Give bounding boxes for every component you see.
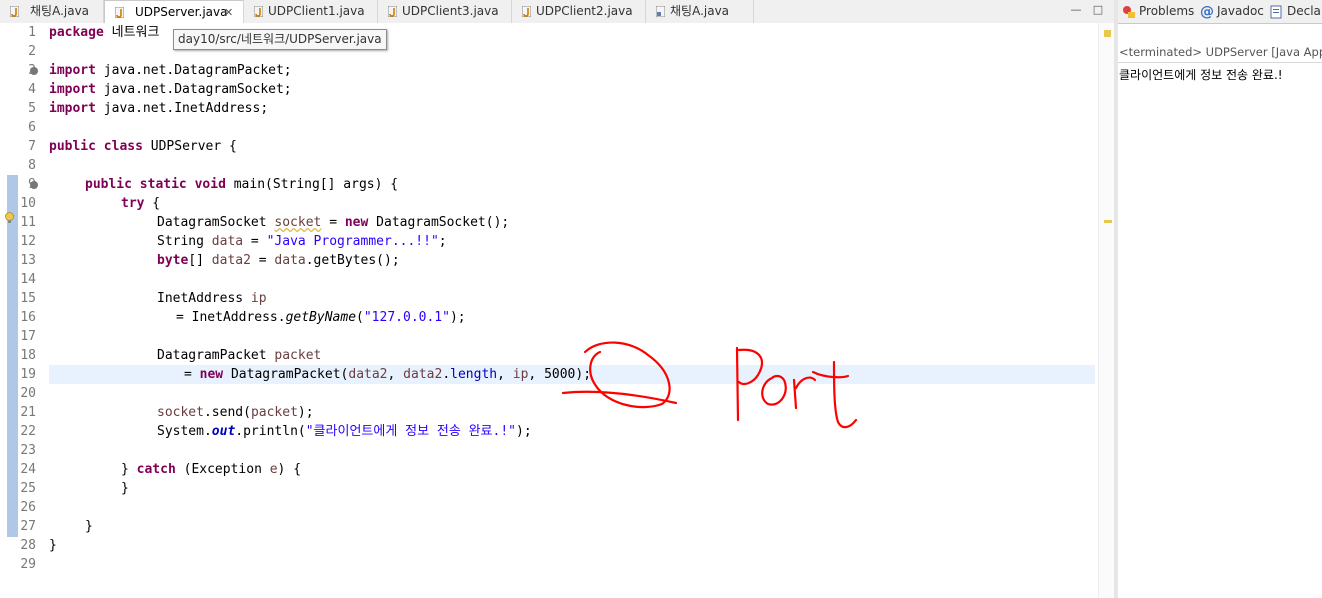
warning-marker[interactable] — [1104, 220, 1112, 223]
declaration-icon — [1270, 5, 1282, 18]
code-line-16: = InetAddress.getByName("127.0.0.1"); — [176, 310, 466, 325]
console-output: 클라이언트에게 정보 전송 완료.! — [1119, 68, 1283, 82]
java-file-icon — [254, 6, 263, 17]
code-line-3: import java.net.DatagramPacket; — [49, 63, 292, 78]
line-number: 20 — [20, 386, 36, 401]
line-number: 29 — [20, 557, 36, 572]
tab-problems[interactable]: Problems — [1122, 0, 1194, 23]
code-line-21: socket.send(packet); — [157, 405, 314, 420]
line-number: 26 — [20, 500, 36, 515]
tab-label: 채팅A.java — [670, 4, 730, 18]
code-line-12: String data = "Java Programmer...!!"; — [157, 234, 447, 249]
tab-label: UDPClient3.java — [402, 4, 499, 18]
java-file-icon — [10, 6, 19, 17]
overview-ruler[interactable] — [1098, 23, 1115, 598]
tab-label: UDPClient1.java — [268, 4, 365, 18]
line-number: 9 — [28, 177, 36, 192]
java-class-file-icon — [656, 6, 665, 17]
view-tab-bar: Problems @ Javadoc Decla — [1118, 0, 1322, 24]
quick-diff-bar — [7, 175, 18, 537]
tab-udpclient3-java[interactable]: UDPClient3.java — [378, 0, 512, 23]
tab-udpserver-java[interactable]: UDPServer.java ✕ — [104, 0, 244, 24]
close-icon[interactable]: ✕ — [224, 1, 233, 24]
code-line-18: DatagramPacket packet — [157, 348, 322, 363]
line-number: 1 — [28, 25, 36, 40]
line-number: 19 — [20, 367, 36, 382]
tab-label: UDPClient2.java — [536, 4, 633, 18]
java-file-icon — [388, 6, 397, 17]
warning-summary-marker[interactable] — [1104, 30, 1111, 37]
line-number: 12 — [20, 234, 36, 249]
line-number: 28 — [20, 538, 36, 553]
java-file-icon — [522, 6, 531, 17]
line-number: 22 — [20, 424, 36, 439]
console-panel: Problems @ Javadoc Decla <terminated> UDP… — [1118, 0, 1322, 598]
line-number: 18 — [20, 348, 36, 363]
code-editor[interactable]: 1 2 3 4 5 6 7 8 9 10 11 12 13 14 15 16 17 18 19 20 21 22 23 24 2… — [0, 23, 1114, 598]
line-number: 11 — [20, 215, 36, 230]
java-file-icon — [115, 7, 124, 18]
tab-javadoc[interactable]: @ Javadoc — [1200, 0, 1264, 23]
tab-declaration[interactable]: Decla — [1270, 0, 1321, 23]
code-line-28: } — [49, 538, 57, 553]
line-number: 24 — [20, 462, 36, 477]
code-line-9: public static void main(String[] args) { — [85, 177, 399, 192]
line-number: 10 — [20, 196, 36, 211]
code-line-11: DatagramSocket socket = new DatagramSock… — [157, 215, 510, 230]
line-number: 14 — [20, 272, 36, 287]
code-line-5: import java.net.InetAddress; — [49, 101, 269, 116]
line-number: 15 — [20, 291, 36, 306]
code-line-27: } — [85, 519, 93, 534]
tab-chatting-a-java[interactable]: 채팅A.java — [0, 0, 104, 23]
problems-icon — [1123, 5, 1135, 18]
line-number: 17 — [20, 329, 36, 344]
code-line-22: System.out.println("클라이언트에게 정보 전송 완료.!")… — [157, 424, 532, 439]
code-line-10: try { — [121, 196, 161, 211]
line-number: 4 — [28, 82, 36, 97]
code-line-19: = new DatagramPacket(data2, data2.length… — [184, 367, 592, 382]
line-number: 7 — [28, 139, 36, 154]
line-number: 3 — [28, 63, 36, 78]
code-line-25: } — [121, 481, 129, 496]
code-line-4: import java.net.DatagramSocket; — [49, 82, 292, 97]
maximize-icon[interactable]: □ — [1091, 3, 1105, 17]
line-number: 16 — [20, 310, 36, 325]
tab-label: 채팅A.java — [30, 4, 90, 18]
editor-tab-bar: 채팅A.java UDPServer.java ✕ UDPClient1.jav… — [0, 0, 1114, 24]
line-number: 8 — [28, 158, 36, 173]
code-line-13: byte[] data2 = data.getBytes(); — [157, 253, 400, 268]
lightbulb-warning-icon[interactable] — [5, 212, 14, 224]
tab-udpclient1-java[interactable]: UDPClient1.java — [244, 0, 378, 23]
line-number: 5 — [28, 101, 36, 116]
code-line-1: package 네트워크 — [49, 25, 160, 40]
code-line-15: InetAddress ip — [157, 291, 267, 306]
file-path-tooltip: day10/src/네트워크/UDPServer.java — [173, 29, 387, 50]
line-number: 2 — [28, 44, 36, 59]
code-line-24: } catch (Exception e) { — [121, 462, 302, 477]
line-number: 23 — [20, 443, 36, 458]
tab-udpclient2-java[interactable]: UDPClient2.java — [512, 0, 646, 23]
tab-label: UDPServer.java — [135, 5, 228, 19]
code-line-7: public class UDPServer { — [49, 139, 237, 154]
minimize-icon[interactable]: — — [1069, 3, 1083, 17]
line-number: 13 — [20, 253, 36, 268]
line-number: 6 — [28, 120, 36, 135]
line-number: 21 — [20, 405, 36, 420]
console-separator — [1118, 62, 1322, 63]
console-terminated-label: <terminated> UDPServer [Java Applic — [1119, 45, 1322, 59]
tab-chatting-a-java-2[interactable]: 채팅A.java — [646, 0, 754, 23]
line-number-gutter: 1 2 3 4 5 6 7 8 9 10 11 12 13 14 15 16 17 18 19 20 21 22 23 24 2… — [0, 23, 40, 598]
line-number: 25 — [20, 481, 36, 496]
line-number: 27 — [20, 519, 36, 534]
at-sign-icon: @ — [1200, 3, 1214, 20]
